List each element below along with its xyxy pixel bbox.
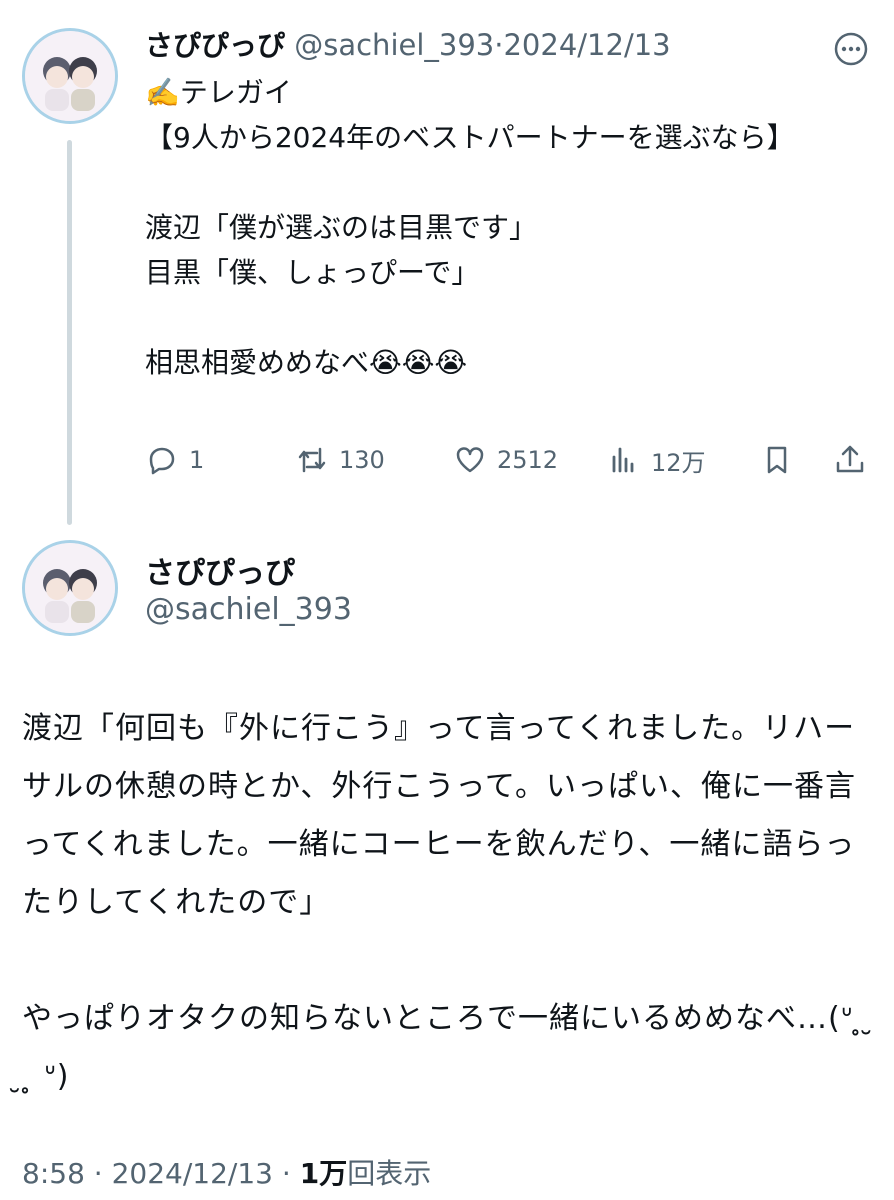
post-time[interactable]: 8:58 bbox=[22, 1157, 85, 1190]
avatar-illustration bbox=[25, 31, 115, 121]
view-count: 12万 bbox=[651, 448, 706, 477]
heart-icon bbox=[456, 447, 484, 473]
share-icon bbox=[836, 445, 864, 473]
post-date[interactable]: 2024/12/13 bbox=[112, 1157, 273, 1190]
post-date[interactable]: 2024/12/13 bbox=[503, 28, 670, 62]
reply-button[interactable]: 1 bbox=[145, 440, 204, 480]
tweet-action-bar: 1 130 2512 12万 bbox=[145, 440, 875, 480]
views-icon bbox=[612, 447, 634, 473]
like-count: 2512 bbox=[497, 446, 559, 474]
views-button[interactable]: 12万 bbox=[607, 440, 706, 480]
reply-icon bbox=[149, 447, 175, 475]
view-count: 1万 bbox=[299, 1157, 348, 1190]
tweet-header: さぴぴっぴ @sachiel_393·2024/12/13 bbox=[145, 24, 671, 64]
share-button[interactable] bbox=[833, 440, 877, 480]
repost-icon bbox=[298, 447, 326, 473]
avatar-illustration bbox=[25, 543, 115, 633]
view-label: 回表示 bbox=[347, 1157, 432, 1190]
avatar[interactable] bbox=[22, 28, 118, 124]
repost-button[interactable]: 130 bbox=[295, 440, 385, 480]
bookmark-button[interactable] bbox=[760, 440, 804, 480]
display-name[interactable]: さぴぴっぴ bbox=[145, 548, 295, 592]
handle[interactable]: @sachiel_393 bbox=[145, 592, 352, 627]
bookmark-icon bbox=[767, 446, 787, 474]
reply-count: 1 bbox=[189, 446, 205, 474]
avatar[interactable] bbox=[22, 540, 118, 636]
tweet-text: 渡辺「何回も『外に行こう』って言ってくれました。リハーサルの休憩の時とか、外行こ… bbox=[22, 711, 864, 1094]
tweet-text: ✍️テレガイ 【9人から2024年のベストパートナーを選ぶなら】 渡辺「僕が選ぶ… bbox=[145, 76, 795, 379]
tweet-meta: 8:58 · 2024/12/13 · 1万回表示 bbox=[22, 1152, 431, 1192]
repost-count: 130 bbox=[339, 446, 385, 474]
handle[interactable]: @sachiel_393 bbox=[294, 28, 494, 62]
thread-connector-line bbox=[67, 140, 72, 525]
display-name[interactable]: さぴぴっぴ bbox=[145, 29, 285, 62]
separator: · bbox=[93, 1157, 103, 1190]
more-icon[interactable] bbox=[834, 32, 868, 66]
separator: · bbox=[281, 1157, 291, 1190]
like-button[interactable]: 2512 bbox=[453, 440, 558, 480]
